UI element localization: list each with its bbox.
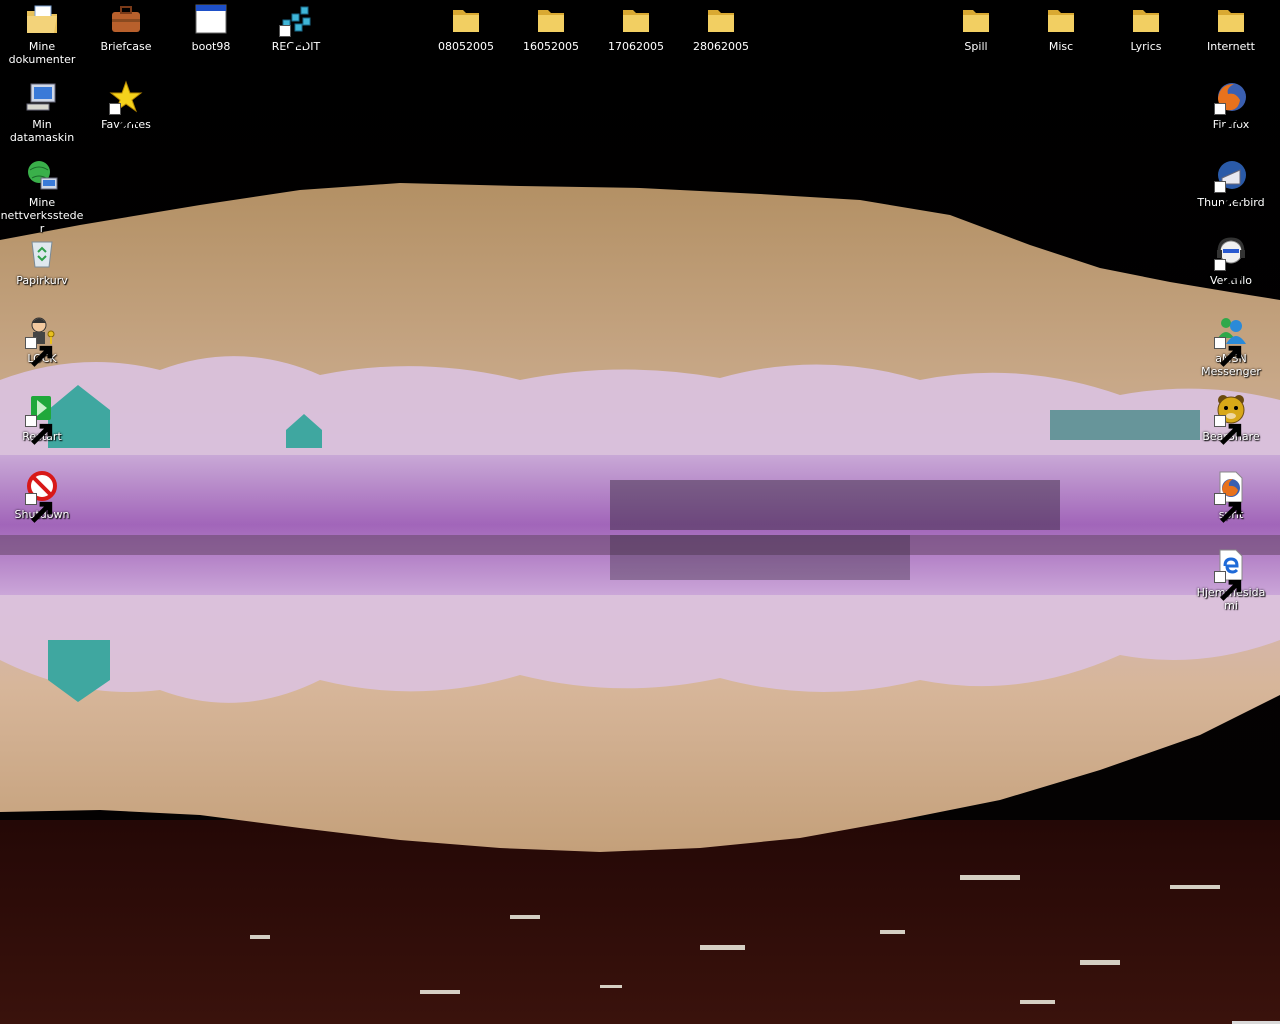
folder-16052005[interactable]: 16052005 [509, 2, 593, 53]
firefox-document-icon [1214, 470, 1248, 523]
folder-28062005[interactable]: 28062005 [679, 2, 763, 53]
ventrilo-icon[interactable]: Ventrilo [1189, 236, 1273, 289]
restart-icon[interactable]: Restart [0, 392, 84, 445]
sprit-icon[interactable]: sprit [1189, 470, 1273, 523]
folder-icon [619, 2, 653, 36]
registry-cubes-icon [279, 2, 313, 55]
messenger-buddies-icon [1214, 314, 1248, 367]
regedit-icon[interactable]: REGEDIT [254, 2, 338, 55]
shortcut-arrow-icon [1214, 181, 1242, 211]
desktop-icon-label: 16052005 [523, 40, 579, 53]
folder-icon [1044, 2, 1078, 36]
thunderbird-icon[interactable]: Thunderbird [1189, 158, 1273, 211]
desktop-icon-label: 08052005 [438, 40, 494, 53]
desktop-icon-label: Internett [1207, 40, 1255, 53]
shortcut-arrow-icon [25, 415, 53, 445]
folder-internett[interactable]: Internett [1189, 2, 1273, 53]
green-restart-icon [25, 392, 59, 445]
boot98-icon[interactable]: boot98 [169, 2, 253, 53]
shortcut-arrow-icon [1214, 415, 1242, 445]
desktop-icon-label: Mine dokumenter [8, 40, 76, 66]
window-icon [194, 2, 228, 36]
folder-misc[interactable]: Misc [1019, 2, 1103, 53]
folder-17062005[interactable]: 17062005 [594, 2, 678, 53]
desktop-icon-label: Mine nettverkssteder [0, 196, 84, 235]
desktop-icon-label: Briefcase [100, 40, 152, 53]
network-globe-icon [25, 158, 59, 192]
firefox-icon[interactable]: Firefox [1189, 80, 1273, 133]
lock-icon[interactable]: LOCK [0, 314, 84, 367]
documents-folder-icon [25, 2, 59, 36]
thunderbird-logo-icon [1214, 158, 1248, 211]
recycle-bin-icon [25, 236, 59, 270]
folder-icon [1129, 2, 1163, 36]
desktop-wallpaper [0, 0, 1280, 1024]
briefcase-icon[interactable]: Briefcase [84, 2, 168, 53]
person-with-key-icon [25, 314, 59, 367]
firefox-logo-icon [1214, 80, 1248, 133]
desktop-icon-label: Spill [964, 40, 988, 53]
shortcut-arrow-icon [279, 25, 307, 55]
desktop-icon-label: 17062005 [608, 40, 664, 53]
folder-icon [704, 2, 738, 36]
briefcase-glyph-icon [109, 2, 143, 36]
shutdown-icon[interactable]: Shutdown [0, 470, 84, 523]
bearshare-icon[interactable]: BearShare [1189, 392, 1273, 445]
desktop-icon-label: 28062005 [693, 40, 749, 53]
shortcut-arrow-icon [1214, 571, 1242, 601]
desktop-icon-label: Min datamaskin [9, 118, 75, 144]
min-datamaskin-icon[interactable]: Min datamaskin [0, 80, 84, 144]
star-icon [109, 80, 143, 133]
ie-document-icon [1214, 548, 1248, 601]
amsn-messenger-icon[interactable]: aMSN Messenger [1189, 314, 1273, 378]
folder-icon [449, 2, 483, 36]
folder-08052005[interactable]: 08052005 [424, 2, 508, 53]
folder-spill[interactable]: Spill [934, 2, 1018, 53]
shortcut-arrow-icon [1214, 259, 1242, 289]
shortcut-arrow-icon [1214, 493, 1242, 523]
shortcut-arrow-icon [25, 493, 53, 523]
computer-icon [25, 80, 59, 114]
favorites-icon[interactable]: Favorites [84, 80, 168, 133]
folder-icon [534, 2, 568, 36]
headset-icon [1214, 236, 1248, 289]
folder-icon [959, 2, 993, 36]
mine-nettverkssteder-icon[interactable]: Mine nettverkssteder [0, 158, 84, 235]
shortcut-arrow-icon [1214, 103, 1242, 133]
prohibited-sign-icon [25, 470, 59, 523]
bear-face-icon [1214, 392, 1248, 445]
folder-lyrics[interactable]: Lyrics [1104, 2, 1188, 53]
desktop-icon-label: Misc [1048, 40, 1074, 53]
papirkurv-icon[interactable]: Papirkurv [0, 236, 84, 287]
mine-dokumenter-icon[interactable]: Mine dokumenter [0, 2, 84, 66]
folder-icon [1214, 2, 1248, 36]
desktop-icon-label: Papirkurv [16, 274, 68, 287]
desktop-icon-label: Lyrics [1130, 40, 1162, 53]
shortcut-arrow-icon [25, 337, 53, 367]
hjemmesida-mi-icon[interactable]: Hjemmesida mi [1189, 548, 1273, 612]
shortcut-arrow-icon [109, 103, 137, 133]
desktop-icon-label: boot98 [191, 40, 231, 53]
shortcut-arrow-icon [1214, 337, 1242, 367]
